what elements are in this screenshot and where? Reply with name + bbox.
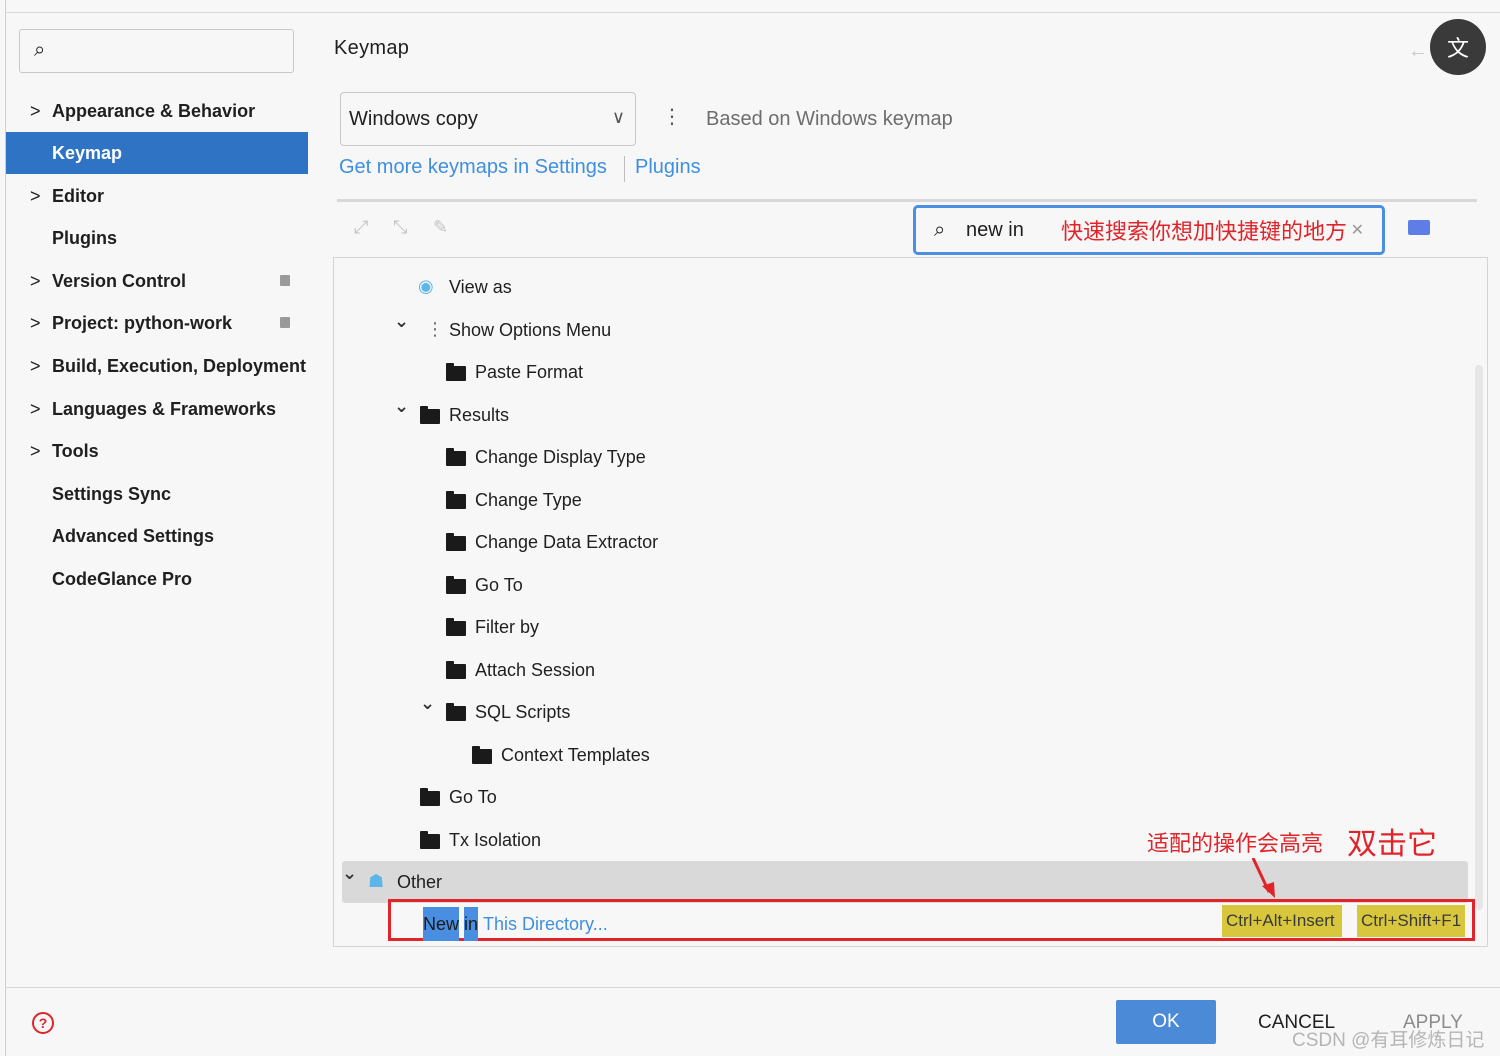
collapse-all-icon[interactable]: ⤡ (393, 217, 407, 238)
folder-icon (446, 576, 466, 594)
sidebar-item-label: Keymap (52, 142, 123, 163)
tree-row-label: Filter by (475, 617, 540, 637)
page-title: Keymap (334, 37, 410, 59)
window-top-edge (5, 12, 1500, 13)
sidebar-item-label: Plugins (52, 227, 118, 248)
tree-row-label: Results (449, 405, 510, 425)
based-on-label: Based on Windows keymap (706, 108, 953, 130)
folder-icon (446, 363, 466, 381)
tree-row-label: Change Display Type (475, 447, 646, 467)
expand-all-icon[interactable]: ⤢ (354, 217, 368, 238)
link-separator (624, 156, 625, 182)
tree-row-label: View as (449, 277, 512, 297)
tree-row-label: SQL Scripts (475, 702, 571, 722)
sidebar-item-plugins[interactable]: Plugins (6, 217, 308, 259)
settings-link[interactable]: Get more keymaps in Settings (339, 156, 607, 179)
tree-row[interactable]: ⌄ ⋮ Show Options Menu (0, 309, 1480, 351)
folder-icon (446, 491, 466, 509)
search-icon: ⌕ (934, 219, 946, 241)
ok-button[interactable]: OK (1116, 1000, 1216, 1044)
watermark: CSDN @有耳修炼日记 (1292, 1030, 1485, 1051)
chevron-down-icon[interactable]: ⌄ (394, 311, 409, 332)
folder-icon (446, 703, 466, 721)
basket-icon: ☗ (368, 871, 385, 891)
edit-icon[interactable]: ✎ (433, 217, 448, 238)
tree-row-label: Show Options Menu (449, 320, 612, 340)
clear-icon[interactable]: ✕ (1351, 220, 1364, 240)
action-new-in-this-directory[interactable]: New in This Directory... (423, 914, 608, 935)
annotation-double-click: 双击它 (1347, 828, 1437, 861)
sidebar-item-editor[interactable]: > Editor (6, 175, 308, 217)
keymap-select-value: Windows copy (349, 108, 478, 130)
chevron-right-icon[interactable]: > (30, 186, 41, 207)
tree-row-label: Tx Isolation (449, 830, 542, 850)
tree-row[interactable]: Go To (0, 776, 1480, 818)
tree-row[interactable]: Go To (0, 564, 1480, 606)
tree-row-label: Other (397, 872, 443, 892)
annotation-highlight-note: 适配的操作会高亮 (1147, 831, 1324, 856)
folder-icon (446, 533, 466, 551)
annotation-arrow-icon (1251, 858, 1275, 898)
folder-icon (446, 618, 466, 636)
action-rest: This Directory... (483, 914, 608, 934)
divider (337, 199, 1477, 202)
chevron-right-icon[interactable]: > (30, 101, 41, 122)
action-word-new: New (423, 914, 460, 934)
chevron-down-icon[interactable]: ⌄ (342, 863, 357, 884)
action-word-in: in (464, 914, 479, 934)
sidebar-item-keymap[interactable]: Keymap (6, 132, 308, 174)
shortcut-badge-1: Ctrl+Alt+Insert (1222, 905, 1342, 937)
folder-icon (420, 406, 440, 424)
annotation-search-hint: 快速搜索你想加快捷键的地方 (1061, 219, 1348, 244)
tree-row-label: Paste Format (475, 362, 584, 382)
search-icon: ⌕ (34, 39, 46, 61)
tree-row-label: Change Data Extractor (475, 532, 659, 552)
tree-row[interactable]: ⌄ Results (0, 394, 1480, 436)
shortcut-badge-2: Ctrl+Shift+F1 (1357, 905, 1465, 937)
tree-row[interactable]: ◉ View as (0, 266, 1480, 308)
tree-row[interactable]: Change Display Type (0, 436, 1480, 478)
eye-icon: ◉ (418, 276, 434, 296)
chevron-down-icon[interactable]: ⌄ (420, 693, 435, 714)
tree-row[interactable]: Filter by (0, 606, 1480, 648)
kebab-menu-icon[interactable]: ⋮ (662, 104, 682, 129)
settings-search-input[interactable]: ⌕ (19, 29, 294, 73)
help-icon[interactable]: ? (32, 1012, 54, 1034)
sidebar-item-appearance-behavior[interactable]: > Appearance & Behavior (6, 90, 308, 132)
back-arrow-icon[interactable]: ← (1408, 40, 1428, 63)
kebab-icon: ⋮ (426, 319, 444, 339)
tree-row-label: Go To (449, 787, 497, 807)
folder-icon (420, 831, 440, 849)
chevron-down-icon[interactable]: ⌄ (394, 396, 409, 417)
translate-icon[interactable]: 文 (1430, 19, 1486, 75)
plugins-link[interactable]: Plugins (635, 156, 701, 179)
folder-icon (472, 746, 492, 764)
tree-row[interactable]: Attach Session (0, 649, 1480, 691)
folder-icon (420, 788, 440, 806)
chevron-down-icon: ∨ (611, 107, 625, 127)
keyboard-shortcut-filter-icon[interactable] (1408, 220, 1430, 235)
keymap-select[interactable]: Windows copy ∨ (340, 92, 636, 146)
tree-row[interactable]: Change Type (0, 479, 1480, 521)
tree-row[interactable]: Paste Format (0, 351, 1480, 393)
folder-icon (446, 448, 466, 466)
tree-row[interactable]: Context Templates (0, 734, 1480, 776)
filter-value: new in (966, 219, 1024, 241)
folder-icon (446, 661, 466, 679)
tree-row-label: Context Templates (501, 745, 650, 765)
tree-row-label: Go To (475, 575, 523, 595)
tree-row-label: Change Type (475, 490, 582, 510)
footer-divider (5, 987, 1500, 988)
tree-row[interactable]: ⌄ SQL Scripts (0, 691, 1480, 733)
sidebar-item-label: Appearance & Behavior (52, 100, 256, 121)
tree-row-label: Attach Session (475, 660, 596, 680)
sidebar-item-label: Editor (52, 185, 104, 206)
tree-row[interactable]: Change Data Extractor (0, 521, 1480, 563)
